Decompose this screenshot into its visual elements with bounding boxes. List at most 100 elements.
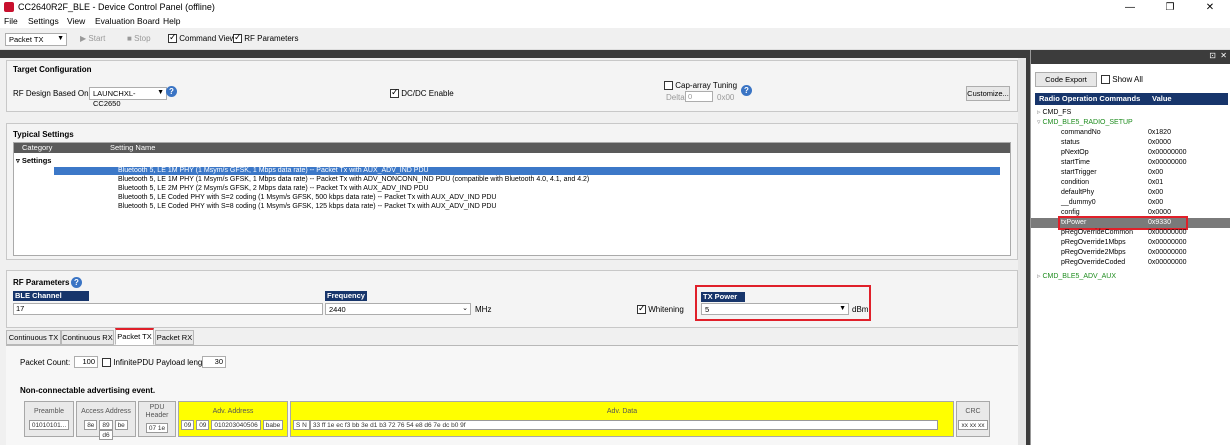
stop-label: Stop (134, 34, 151, 43)
window-title: CC2640R2F_BLE - Device Control Panel (of… (18, 2, 215, 12)
infinite-label: Infinite (113, 358, 137, 367)
checkbox-icon (102, 358, 111, 368)
param-row[interactable]: startTime 0x00000000 (1031, 158, 1230, 168)
tab-packet-rx[interactable]: Packet RX (155, 330, 194, 345)
param-value: 0x00000000 (1148, 259, 1187, 266)
adv-address-byte: 09 (181, 420, 195, 430)
param-name: startTime (1061, 159, 1090, 166)
table-row[interactable]: Bluetooth 5, LE 2M PHY (2 Msym/s GFSK, 2… (118, 185, 429, 193)
help-icon[interactable]: ? (166, 86, 177, 97)
preamble-field: Preamble 01010101... (24, 401, 74, 437)
col-commands: Radio Operation Commands (1039, 94, 1141, 103)
target-configuration-panel: Target Configuration RF Design Based On:… (6, 60, 1018, 112)
tab-continuous-tx[interactable]: Continuous TX (6, 330, 61, 345)
table-row[interactable]: Bluetooth 5, LE 1M PHY (1 Msym/s GFSK, 1… (118, 176, 589, 184)
param-name: status (1061, 139, 1080, 146)
pdu-header-label-2: Header (145, 412, 169, 419)
menu-view[interactable]: View (67, 16, 85, 26)
show-all-toggle[interactable]: Show All (1101, 75, 1143, 85)
adv-data-field: Adv. Data S N 33 ff 1e ec f3 bb 3e d1 b3 … (290, 401, 954, 437)
cmd-setup-node[interactable]: ▿ CMD_BLE5_RADIO_SETUP (1037, 118, 1133, 128)
menu-file[interactable]: File (4, 16, 18, 26)
menu-bar: File Settings View Evaluation Board Help (0, 15, 1230, 28)
tab-packet-tx[interactable]: Packet TX (115, 328, 154, 345)
cmd-fs-node[interactable]: ▹ CMD_FS (1037, 108, 1071, 118)
settings-grid: Category Setting Name ▿ Settings Bluetoo… (13, 142, 1011, 256)
crc-label: CRC (965, 408, 981, 415)
param-row[interactable]: condition 0x01 (1031, 178, 1230, 188)
rf-design-label: RF Design Based On: (13, 89, 91, 98)
whitening-label: Whitening (648, 305, 684, 314)
settings-group[interactable]: ▿ Settings (16, 156, 51, 165)
menu-help[interactable]: Help (163, 16, 180, 26)
table-row[interactable]: Bluetooth 5, LE 1M PHY (1 Msym/s GFSK, 1… (54, 167, 1000, 175)
close-button[interactable]: ✕ (1190, 0, 1230, 15)
start-button[interactable]: ▶ Start (80, 34, 105, 43)
param-name: pRegOverrideCommon (1061, 229, 1133, 236)
panel-header: ⊡ ✕ (1031, 50, 1230, 64)
tx-power-select[interactable]: 5 ▼ (701, 303, 849, 315)
mode-select-value: Packet TX (9, 35, 44, 44)
command-view-toggle[interactable]: Command View (168, 32, 236, 44)
ble-channel-input[interactable]: 17 (13, 303, 323, 315)
stop-button[interactable]: ■ Stop (127, 34, 151, 43)
menu-settings[interactable]: Settings (28, 16, 59, 26)
customize-button[interactable]: Customize... (966, 86, 1010, 101)
param-row[interactable]: pRegOverride1Mbps 0x00000000 (1031, 238, 1230, 248)
adv-address-byte: 010203040506 (211, 420, 261, 430)
mode-select[interactable]: Packet TX ▼ (5, 33, 67, 46)
param-value: 0x00000000 (1148, 159, 1187, 166)
help-icon[interactable]: ? (741, 85, 752, 96)
help-icon[interactable]: ? (71, 277, 82, 288)
pin-icon[interactable]: ⊡ (1209, 51, 1216, 60)
param-row[interactable]: pRegOverrideCommon 0x00000000 (1031, 228, 1230, 238)
col-setting-name[interactable]: Setting Name (110, 143, 155, 153)
cap-array-toggle[interactable]: Cap-array Tuning (664, 81, 737, 91)
tx-power-label: TX Power (701, 292, 745, 302)
param-row[interactable]: pRegOverride2Mbps 0x00000000 (1031, 248, 1230, 258)
typical-settings-panel: Typical Settings Category Setting Name ▿… (6, 123, 1018, 260)
whitening-toggle[interactable]: Whitening (637, 303, 684, 315)
rf-parameters-toggle[interactable]: RF Parameters (233, 32, 299, 44)
col-category[interactable]: Category (22, 143, 52, 153)
rf-parameters-title: RF Parameters (13, 278, 70, 287)
toolbar: Packet TX ▼ ▶ Start ■ Stop Command View … (0, 28, 1230, 50)
param-row[interactable]: status 0x0000 (1031, 138, 1230, 148)
tab-continuous-rx[interactable]: Continuous RX (61, 330, 114, 345)
param-row[interactable]: commandNo 0x1820 (1031, 128, 1230, 138)
cmd-adv-aux-node[interactable]: ▹ CMD_BLE5_ADV_AUX (1037, 272, 1116, 282)
table-row[interactable]: Bluetooth 5, LE Coded PHY with S=2 codin… (118, 194, 497, 202)
cmd-adv-aux-label: CMD_BLE5_ADV_AUX (1042, 273, 1116, 280)
param-value: 0x00 (1148, 169, 1164, 176)
pdu-header-label-1: PDU (149, 404, 165, 411)
infinite-toggle[interactable]: Infinite (102, 358, 137, 368)
adv-address-label: Adv. Address (212, 408, 254, 415)
menu-evaluation-board[interactable]: Evaluation Board (95, 16, 160, 26)
delta-spinner[interactable]: 0 (685, 91, 713, 102)
delta-hex: 0x00 (717, 93, 735, 102)
param-row[interactable]: pNextOp 0x00000000 (1031, 148, 1230, 158)
main-scrollbar[interactable] (1018, 58, 1026, 445)
dcdc-enable-toggle[interactable]: DC/DC Enable (390, 87, 454, 99)
minimize-button[interactable]: — (1110, 0, 1150, 15)
rf-parameters-label: RF Parameters (244, 34, 299, 43)
frequency-select[interactable]: 2440 ⌄ (325, 303, 471, 315)
maximize-button[interactable]: ❐ (1150, 0, 1190, 15)
packet-count-input[interactable]: 100 (74, 356, 98, 368)
payload-length-input[interactable]: 30 (202, 356, 226, 368)
grid-header: Category Setting Name (14, 143, 1010, 153)
stop-icon: ■ (127, 34, 132, 43)
code-export-button[interactable]: Code Export (1035, 72, 1097, 87)
close-icon[interactable]: ✕ (1220, 51, 1227, 60)
param-name: pRegOverride2Mbps (1061, 249, 1126, 256)
rf-design-select[interactable]: LAUNCHXL-CC2650 ▼ (89, 87, 167, 108)
table-row[interactable]: Bluetooth 5, LE Coded PHY with S=8 codin… (118, 203, 497, 211)
header-band (0, 50, 1026, 58)
param-row[interactable]: pRegOverrideCoded 0x00000000 (1031, 258, 1230, 268)
start-label: Start (88, 34, 106, 43)
checkbox-icon (637, 303, 646, 315)
param-row[interactable]: startTrigger 0x00 (1031, 168, 1230, 178)
param-row[interactable]: defaultPhy 0x00 (1031, 188, 1230, 198)
param-value: 0x1820 (1148, 129, 1171, 136)
param-row[interactable]: __dummy0 0x00 (1031, 198, 1230, 208)
